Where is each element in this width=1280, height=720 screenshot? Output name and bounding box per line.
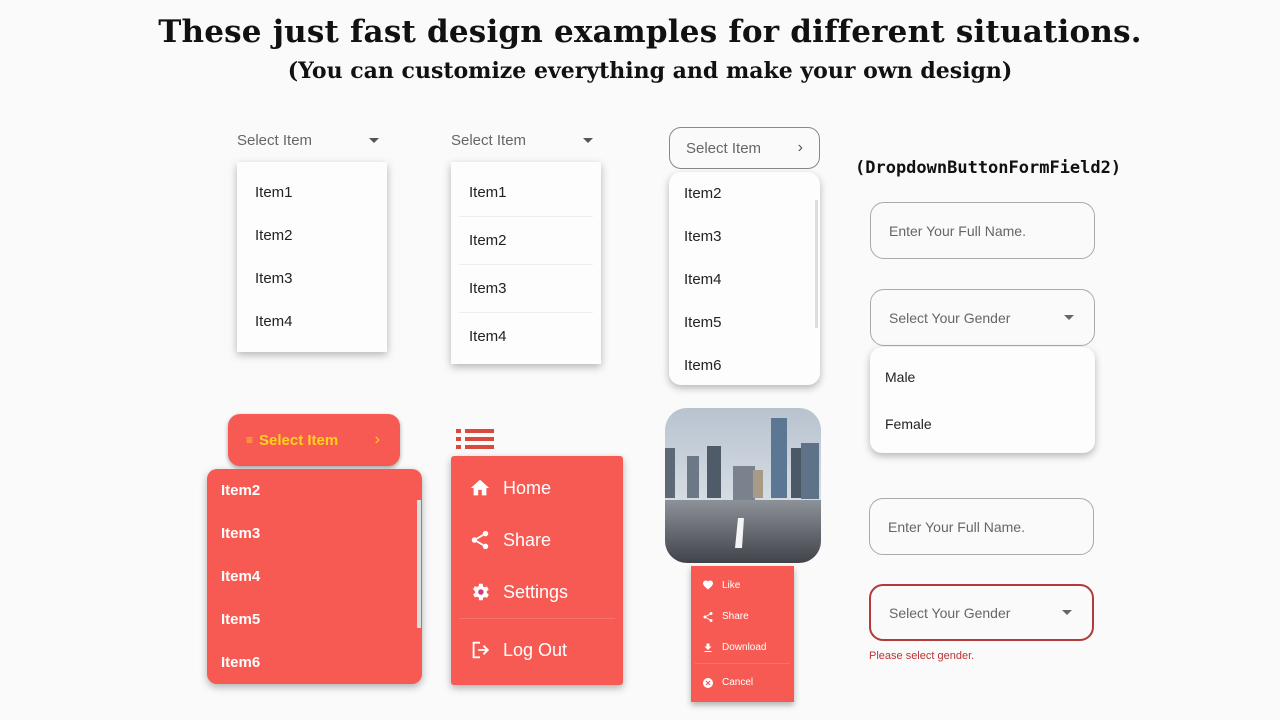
dropdown4-item[interactable]: Item2 <box>207 469 422 512</box>
dropdown2-item[interactable]: Item2 <box>451 217 601 264</box>
dropdown3-item[interactable]: Item5 <box>669 301 820 344</box>
dropdown1-menu: Item1 Item2 Item3 Item4 <box>237 162 387 352</box>
nav-item-share[interactable]: Share <box>451 514 623 566</box>
nav-item-settings[interactable]: Settings <box>451 566 623 618</box>
nav-item-label: Share <box>503 529 552 550</box>
dropdown4-hint: Select Item <box>259 431 339 449</box>
nav-item-label: Home <box>503 477 552 498</box>
gear-icon <box>473 583 489 601</box>
gender-menu: Male Female <box>870 347 1095 453</box>
scrollbar[interactable] <box>417 500 421 628</box>
dropdown3-item[interactable]: Item6 <box>669 344 820 385</box>
popup-item-like[interactable]: Like <box>691 569 794 601</box>
name-placeholder: Enter Your Full Name. <box>889 222 1026 239</box>
dropdown3-button[interactable]: Select Item › <box>669 127 820 169</box>
popup-item-cancel[interactable]: Cancel <box>691 664 794 701</box>
dropdown2-button[interactable]: Select Item <box>451 125 599 155</box>
gender-select-error[interactable]: Select Your Gender <box>869 584 1094 641</box>
caret-down-icon <box>583 137 593 143</box>
popup-item-label: Cancel <box>722 677 754 688</box>
dropdown4-menu: Item2 Item3 Item4 Item5 Item6 <box>207 469 422 684</box>
dropdown1-item[interactable]: Item3 <box>237 257 387 300</box>
page-subtitle: (You can customize everything and make y… <box>287 58 1013 84</box>
page-title: These just fast design examples for diff… <box>158 14 1142 50</box>
gender-hint: Select Your Gender <box>889 604 1011 621</box>
name-input[interactable]: Enter Your Full Name. <box>870 202 1095 259</box>
dropdown4-item[interactable]: Item6 <box>207 641 422 684</box>
popup-item-label: Share <box>722 611 749 622</box>
chevron-right-icon: › <box>797 139 803 156</box>
image-popup-menu: Like Share Download Cancel <box>691 566 794 702</box>
dropdown3-item[interactable]: Item3 <box>669 215 820 258</box>
dropdown4-item[interactable]: Item3 <box>207 512 422 555</box>
list-icon: ≡ <box>246 433 254 447</box>
chevron-right-icon: › <box>374 431 380 448</box>
logout-icon <box>472 641 490 659</box>
dropdown1-item[interactable]: Item1 <box>237 171 387 214</box>
dropdown1-hint: Select Item <box>237 131 313 149</box>
nav-item-label: Log Out <box>503 639 568 660</box>
caret-down-icon <box>369 137 379 143</box>
dropdown1-button[interactable]: Select Item <box>237 125 385 155</box>
heart-icon <box>703 580 713 590</box>
share-icon <box>703 611 713 622</box>
form-field-title: (DropdownButtonFormField2) <box>855 158 1122 178</box>
dropdown3-menu: Item2 Item3 Item4 Item5 Item6 <box>669 172 820 385</box>
dropdown1-item[interactable]: Item2 <box>237 214 387 257</box>
name-placeholder: Enter Your Full Name. <box>888 518 1025 535</box>
dropdown3-item[interactable]: Item4 <box>669 258 820 301</box>
dropdown2-hint: Select Item <box>451 131 527 149</box>
nav-item-home[interactable]: Home <box>451 462 623 514</box>
dropdown2-menu: Item1 Item2 Item3 Item4 <box>451 162 601 364</box>
dropdown4-item[interactable]: Item4 <box>207 555 422 598</box>
list-menu-icon[interactable] <box>456 428 496 450</box>
dropdown4-button[interactable]: ≡ Select Item › <box>228 414 400 466</box>
scrollbar[interactable] <box>815 200 818 328</box>
cancel-icon <box>703 677 713 688</box>
gender-option[interactable]: Male <box>870 353 1095 400</box>
home-icon <box>470 479 490 496</box>
nav-item-label: Settings <box>503 581 569 602</box>
popup-item-label: Download <box>722 642 767 653</box>
popup-item-label: Like <box>722 579 741 591</box>
share-icon <box>471 530 489 550</box>
nav-menu: Home Share Settings Log Out <box>451 456 623 685</box>
dropdown4-item[interactable]: Item5 <box>207 598 422 641</box>
dropdown2-item[interactable]: Item3 <box>451 265 601 312</box>
dropdown2-item[interactable]: Item1 <box>451 169 601 216</box>
popup-item-download[interactable]: Download <box>691 632 794 663</box>
dropdown1-item[interactable]: Item4 <box>237 300 387 343</box>
caret-down-icon <box>1064 315 1074 320</box>
dropdown2-item[interactable]: Item4 <box>451 313 601 360</box>
name-input[interactable]: Enter Your Full Name. <box>869 498 1094 555</box>
popup-item-share[interactable]: Share <box>691 601 794 632</box>
gender-option[interactable]: Female <box>870 400 1095 447</box>
gender-hint: Select Your Gender <box>889 309 1011 326</box>
dropdown3-hint: Select Item <box>686 139 762 157</box>
gender-select[interactable]: Select Your Gender <box>870 289 1095 346</box>
nav-item-logout[interactable]: Log Out <box>451 619 623 681</box>
download-icon <box>704 643 712 652</box>
city-road-photo[interactable] <box>665 408 821 563</box>
caret-down-icon <box>1062 610 1072 615</box>
gender-error-text: Please select gender. <box>869 650 975 662</box>
dropdown3-item[interactable]: Item2 <box>669 172 820 215</box>
